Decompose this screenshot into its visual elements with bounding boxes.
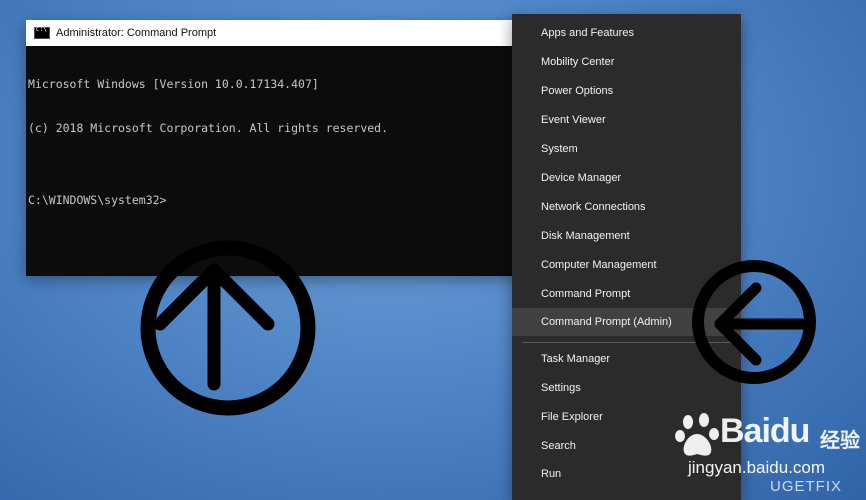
menu-item-mobility-center[interactable]: Mobility Center xyxy=(512,48,741,76)
cmd-app-icon xyxy=(34,26,50,39)
menu-item-disk-management[interactable]: Disk Management xyxy=(512,222,741,250)
baidu-url: jingyan.baidu.com xyxy=(688,458,826,477)
menu-item-apps-and-features[interactable]: Apps and Features xyxy=(512,19,741,47)
menu-item-power-options[interactable]: Power Options xyxy=(512,77,741,105)
menu-item-event-viewer[interactable]: Event Viewer xyxy=(512,106,741,134)
menu-item-network-connections[interactable]: Network Connections xyxy=(512,193,741,221)
baidu-watermark: Baidu 经验 jingyan.baidu.com xyxy=(668,410,862,482)
cmd-prompt-line: C:\WINDOWS\system32> xyxy=(28,193,167,207)
baidu-logo-text: Baidu xyxy=(720,412,810,450)
menu-item-system[interactable]: System xyxy=(512,135,741,163)
baidu-paw-icon xyxy=(675,413,719,456)
cmd-titlebar[interactable]: Administrator: Command Prompt xyxy=(26,20,522,46)
menu-item-device-manager[interactable]: Device Manager xyxy=(512,164,741,192)
ugetfix-watermark: UGETFIX xyxy=(770,478,843,495)
left-arrow-circle-icon xyxy=(692,260,816,384)
baidu-jingyan-text: 经验 xyxy=(820,428,860,452)
cmd-line: (c) 2018 Microsoft Corporation. All righ… xyxy=(28,120,389,135)
up-arrow-circle-icon xyxy=(140,240,316,416)
cmd-console[interactable]: Microsoft Windows [Version 10.0.17134.40… xyxy=(26,46,522,239)
cmd-title: Administrator: Command Prompt xyxy=(56,27,217,39)
cmd-line: Microsoft Windows [Version 10.0.17134.40… xyxy=(28,77,319,91)
